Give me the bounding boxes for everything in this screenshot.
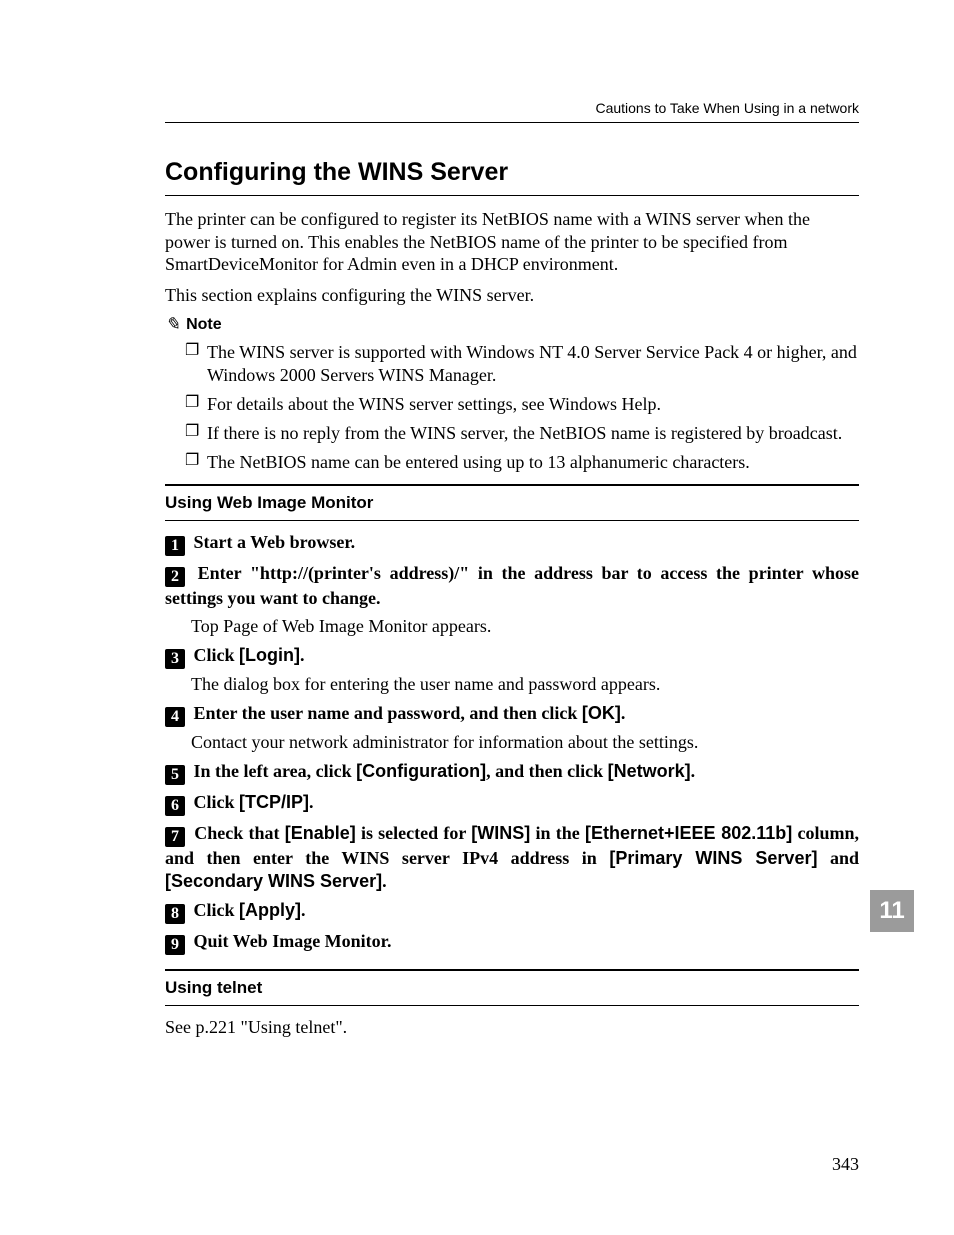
- step-text: Enter the user name and password, and th…: [194, 703, 626, 723]
- step-text: Check that [Enable] is selected for [WIN…: [165, 823, 859, 891]
- title-rule: [165, 195, 859, 196]
- pencil-icon: ✎: [165, 314, 180, 335]
- step-text: In the left area, click [Configuration],…: [194, 761, 696, 781]
- subsection-title-web: Using Web Image Monitor: [165, 490, 859, 516]
- ui-configuration: [Configuration]: [356, 761, 486, 781]
- note-item: The WINS server is supported with Window…: [185, 341, 859, 387]
- ui-wins: [WINS]: [471, 823, 530, 843]
- step-8: 8 Click [Apply].: [165, 899, 859, 924]
- step-2: 2 Enter "http://(printer's address)/" in…: [165, 562, 859, 610]
- head-rule: [165, 122, 859, 123]
- step-text: Quit Web Image Monitor.: [194, 931, 392, 951]
- step-number-icon: 3: [165, 649, 185, 669]
- rule: [165, 520, 859, 521]
- step-number-icon: 1: [165, 536, 185, 556]
- intro-paragraph-1: The printer can be configured to registe…: [165, 208, 859, 276]
- step-3: 3 Click [Login].: [165, 644, 859, 669]
- ui-secondary-wins: [Secondary WINS Server]: [165, 871, 382, 891]
- ui-login: [Login]: [239, 645, 300, 665]
- ui-primary-wins: [Primary WINS Server]: [609, 848, 817, 868]
- step-number-icon: 9: [165, 935, 185, 955]
- note-heading: ✎ Note: [165, 314, 859, 335]
- rule: [165, 484, 859, 486]
- rule: [165, 969, 859, 971]
- ui-enable: [Enable]: [285, 823, 356, 843]
- note-list: The WINS server is supported with Window…: [165, 341, 859, 474]
- step-number-icon: 4: [165, 707, 185, 727]
- section-title: Configuring the WINS Server: [165, 158, 859, 187]
- step-text: Click [TCP/IP].: [194, 792, 314, 812]
- ui-ethernet: [Ethernet+IEEE 802.11b]: [585, 823, 792, 843]
- note-item: If there is no reply from the WINS serve…: [185, 422, 859, 445]
- intro-paragraph-2: This section explains configuring the WI…: [165, 284, 859, 307]
- step-9: 9 Quit Web Image Monitor.: [165, 930, 859, 955]
- content-area: Configuring the WINS Server The printer …: [165, 158, 859, 1039]
- step-text: Click [Login].: [194, 645, 305, 665]
- step-4-body: Contact your network administrator for i…: [191, 731, 859, 754]
- note-label: Note: [186, 316, 222, 334]
- note-item: For details about the WINS server settin…: [185, 393, 859, 416]
- step-7: 7 Check that [Enable] is selected for [W…: [165, 822, 859, 894]
- step-text: Enter "http://(printer's address)/" in t…: [165, 563, 859, 608]
- rule: [165, 1005, 859, 1006]
- step-1: 1 Start a Web browser.: [165, 531, 859, 556]
- step-text: Start a Web browser.: [194, 532, 356, 552]
- page: Cautions to Take When Using in a network…: [0, 0, 954, 1235]
- ui-tcpip: [TCP/IP]: [239, 792, 309, 812]
- step-5: 5 In the left area, click [Configuration…: [165, 760, 859, 785]
- step-4: 4 Enter the user name and password, and …: [165, 702, 859, 727]
- note-item: The NetBIOS name can be entered using up…: [185, 451, 859, 474]
- step-number-icon: 7: [165, 827, 185, 847]
- running-head: Cautions to Take When Using in a network: [595, 100, 859, 116]
- step-number-icon: 8: [165, 904, 185, 924]
- ui-network: [Network]: [608, 761, 691, 781]
- ui-apply: [Apply]: [239, 900, 301, 920]
- step-6: 6 Click [TCP/IP].: [165, 791, 859, 816]
- step-2-body: Top Page of Web Image Monitor appears.: [191, 615, 859, 638]
- step-text: Click [Apply].: [194, 900, 306, 920]
- step-number-icon: 6: [165, 796, 185, 816]
- page-number: 343: [832, 1154, 859, 1175]
- telnet-body: See p.221 "Using telnet".: [165, 1016, 859, 1039]
- ui-ok: [OK]: [582, 703, 621, 723]
- step-number-icon: 2: [165, 567, 185, 587]
- subsection-title-telnet: Using telnet: [165, 975, 859, 1001]
- chapter-tab: 11: [870, 890, 914, 932]
- step-number-icon: 5: [165, 765, 185, 785]
- step-3-body: The dialog box for entering the user nam…: [191, 673, 859, 696]
